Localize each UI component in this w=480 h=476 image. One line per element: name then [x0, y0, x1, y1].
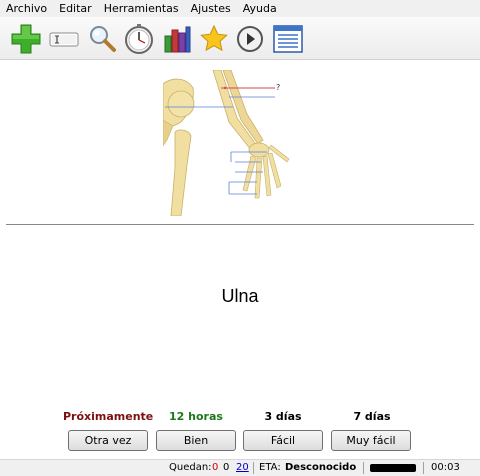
arm-bones-illustration: ?: [163, 70, 290, 216]
elapsed-time: 00:03: [431, 462, 460, 473]
status-divider: [253, 462, 254, 474]
status-divider: [363, 462, 364, 474]
status-divider: [423, 462, 424, 474]
add-icon: [11, 24, 41, 54]
mark-button[interactable]: [196, 21, 232, 57]
menu-bar: Archivo Editar Herramientas Ajustes Ayud…: [0, 0, 480, 17]
interval-easy: 3 días: [264, 410, 302, 423]
eta-value: Desconocido: [285, 462, 357, 473]
star-icon: [200, 24, 228, 52]
remaining-review-count[interactable]: 20: [236, 460, 249, 476]
interval-very-easy: 7 días: [353, 410, 391, 423]
remaining-new-count: 0: [212, 462, 219, 473]
search-icon: [90, 26, 116, 52]
browse-button[interactable]: [270, 21, 306, 57]
good-button[interactable]: Bien: [156, 430, 236, 451]
question-answer-separator: [6, 224, 474, 225]
progress-bar: [370, 464, 416, 472]
menu-herramientas[interactable]: Herramientas: [98, 0, 185, 17]
search-button[interactable]: [84, 21, 120, 57]
question-marker: ?: [276, 83, 280, 92]
statistics-button[interactable]: [159, 21, 195, 57]
list-icon: [273, 25, 303, 53]
clock-icon: [125, 24, 153, 54]
status-bar: Quedan: 0 0 20 ETA: Desconocido 00:03: [0, 459, 480, 476]
menu-editar[interactable]: Editar: [53, 0, 98, 17]
play-icon: [237, 26, 263, 52]
remaining-label: Quedan:: [169, 462, 212, 473]
add-button[interactable]: [8, 21, 44, 57]
toolbar: [0, 17, 480, 60]
interval-good: 12 horas: [169, 410, 223, 423]
answer-text: Ulna: [221, 286, 259, 306]
edit-card-button[interactable]: [46, 21, 82, 57]
statistics-icon: [164, 26, 191, 53]
menu-ayuda[interactable]: Ayuda: [237, 0, 283, 17]
easy-button[interactable]: Fácil: [243, 430, 323, 451]
interval-again: Próximamente: [63, 410, 154, 423]
remaining-learning-count: 0: [223, 462, 230, 473]
menu-ajustes[interactable]: Ajustes: [185, 0, 237, 17]
eta-label: ETA:: [259, 462, 281, 473]
timer-button[interactable]: [121, 21, 157, 57]
again-button[interactable]: Otra vez: [68, 430, 148, 451]
very-easy-button[interactable]: Muy fácil: [331, 430, 411, 451]
edit-card-icon: [49, 32, 79, 47]
replay-audio-button[interactable]: [232, 21, 268, 57]
menu-archivo[interactable]: Archivo: [0, 0, 53, 17]
